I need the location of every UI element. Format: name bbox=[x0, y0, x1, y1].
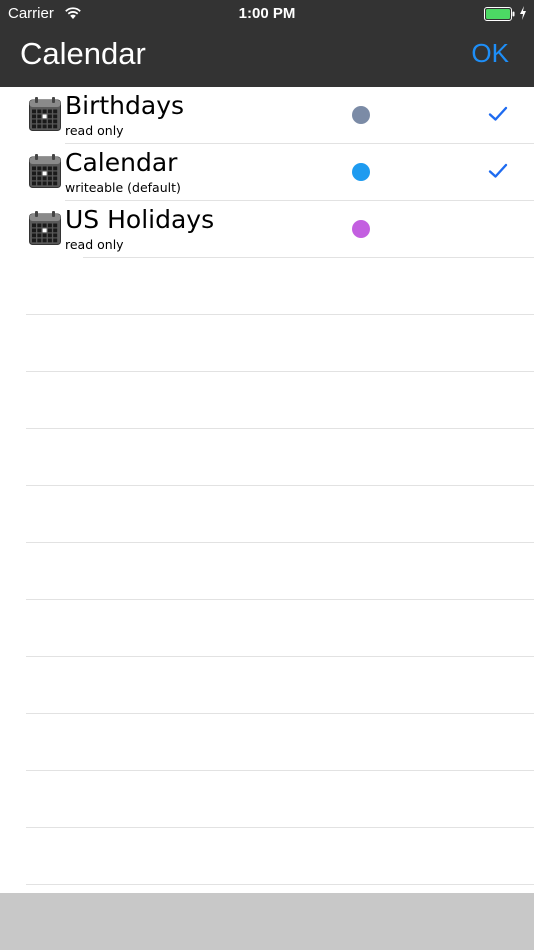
calendar-access-label: read only bbox=[65, 237, 124, 252]
empty-row-divider bbox=[26, 656, 534, 657]
empty-row-divider bbox=[26, 542, 534, 543]
navigation-header: Carrier 1:00 PM Calendar OK bbox=[0, 0, 534, 87]
empty-row-divider bbox=[26, 770, 534, 771]
calendar-color-dot bbox=[352, 220, 370, 238]
empty-row-divider bbox=[26, 884, 534, 885]
empty-row-divider bbox=[26, 485, 534, 486]
calendar-list: Birthdays read only Calendar writeable (def… bbox=[0, 87, 534, 893]
empty-row-divider bbox=[26, 371, 534, 372]
calendar-name: Calendar bbox=[65, 148, 178, 177]
calendar-name: US Holidays bbox=[65, 205, 215, 234]
page-title: Calendar bbox=[20, 36, 146, 71]
row-divider bbox=[83, 257, 534, 258]
empty-row-divider bbox=[26, 314, 534, 315]
charging-bolt-icon bbox=[520, 6, 526, 20]
calendar-color-dot bbox=[352, 163, 370, 181]
calendar-row[interactable]: US Holidays read only bbox=[0, 201, 534, 258]
calendar-icon bbox=[29, 211, 61, 245]
checkmark-icon bbox=[488, 106, 508, 121]
battery-icon bbox=[484, 7, 515, 21]
checkmark-icon bbox=[488, 163, 508, 178]
calendar-icon bbox=[29, 97, 61, 131]
calendar-row[interactable]: Birthdays read only bbox=[0, 87, 534, 144]
calendar-access-label: read only bbox=[65, 123, 124, 138]
calendar-icon bbox=[29, 154, 61, 188]
empty-row-divider bbox=[26, 599, 534, 600]
status-bar: Carrier 1:00 PM bbox=[0, 0, 534, 28]
calendar-color-dot bbox=[352, 106, 370, 124]
calendar-name: Birthdays bbox=[65, 91, 185, 120]
empty-row-divider bbox=[26, 713, 534, 714]
bottom-toolbar bbox=[0, 893, 534, 950]
calendar-access-label: writeable (default) bbox=[65, 180, 181, 195]
empty-row-divider bbox=[26, 428, 534, 429]
ok-button[interactable]: OK bbox=[471, 38, 509, 69]
status-time: 1:00 PM bbox=[238, 5, 296, 22]
calendar-row[interactable]: Calendar writeable (default) bbox=[0, 144, 534, 201]
empty-row-divider bbox=[26, 827, 534, 828]
